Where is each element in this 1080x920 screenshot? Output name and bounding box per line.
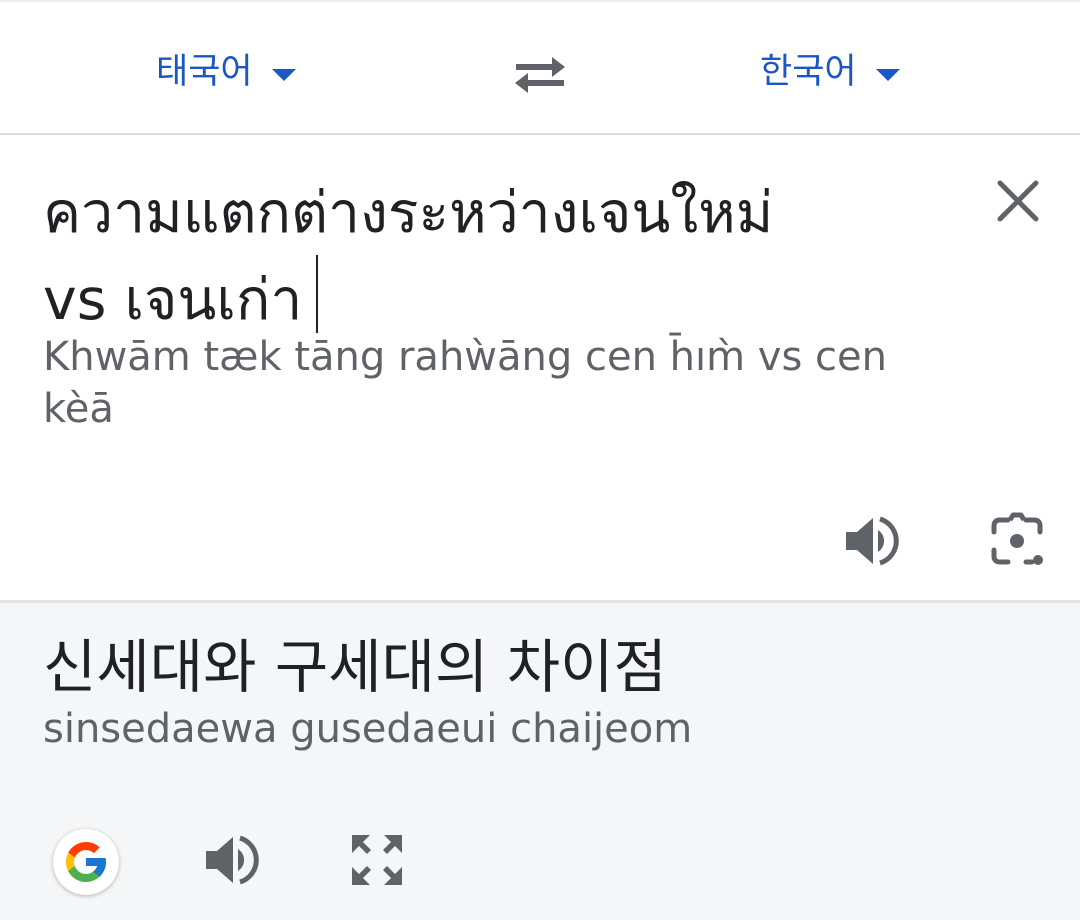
speaker-icon: [846, 516, 899, 566]
source-language-label: 태국어: [156, 52, 253, 92]
source-transliteration-line2: kèā: [43, 386, 114, 432]
camera-translate-button[interactable]: [986, 510, 1048, 572]
caret-down-icon: [271, 69, 296, 81]
google-search-button[interactable]: [53, 829, 119, 895]
text-cursor: [316, 255, 319, 333]
listen-translation-button[interactable]: [200, 829, 262, 891]
swap-languages-button[interactable]: [510, 50, 570, 98]
source-transliteration-line1: Khwām tæk tāng rahẁāng cen h̄ım̀ vs cen: [43, 334, 887, 380]
close-icon: [997, 180, 1039, 222]
source-text-line1: ความแตกต่างระหว่างเจนใหม่: [43, 180, 774, 246]
source-text-input[interactable]: ความแตกต่างระหว่างเจนใหม่ vs เจนเก่า: [43, 171, 943, 342]
source-transliteration: Khwām tæk tāng rahẁāng cen h̄ım̀ vs cen k…: [43, 331, 923, 435]
source-text-line2: vs เจนเก่า: [43, 267, 303, 333]
caret-down-icon: [875, 69, 900, 81]
google-logo-icon: [66, 842, 106, 882]
source-language-selector[interactable]: 태국어: [156, 48, 296, 96]
clear-text-button[interactable]: [992, 175, 1044, 227]
listen-source-button[interactable]: [840, 510, 902, 572]
camera-lens-icon: [991, 512, 1043, 565]
language-bar: 태국어 한국어: [0, 2, 1080, 133]
target-language-selector[interactable]: 한국어: [760, 48, 900, 96]
speaker-icon: [206, 835, 259, 885]
translation-transliteration: sinsedaewa gusedaeui chaijeom: [43, 706, 693, 752]
translation-text: 신세대와 구세대의 차이점: [43, 633, 667, 701]
source-panel: ความแตกต่างระหว่างเจนใหม่ vs เจนเก่า Khwā…: [0, 135, 1080, 600]
fullscreen-button[interactable]: [346, 829, 408, 891]
result-panel: 신세대와 구세대의 차이점 sinsedaewa gusedaeui chaij…: [0, 603, 1080, 920]
target-language-label: 한국어: [760, 52, 857, 92]
swap-arrows-icon: [515, 57, 565, 93]
fullscreen-icon: [352, 835, 402, 885]
